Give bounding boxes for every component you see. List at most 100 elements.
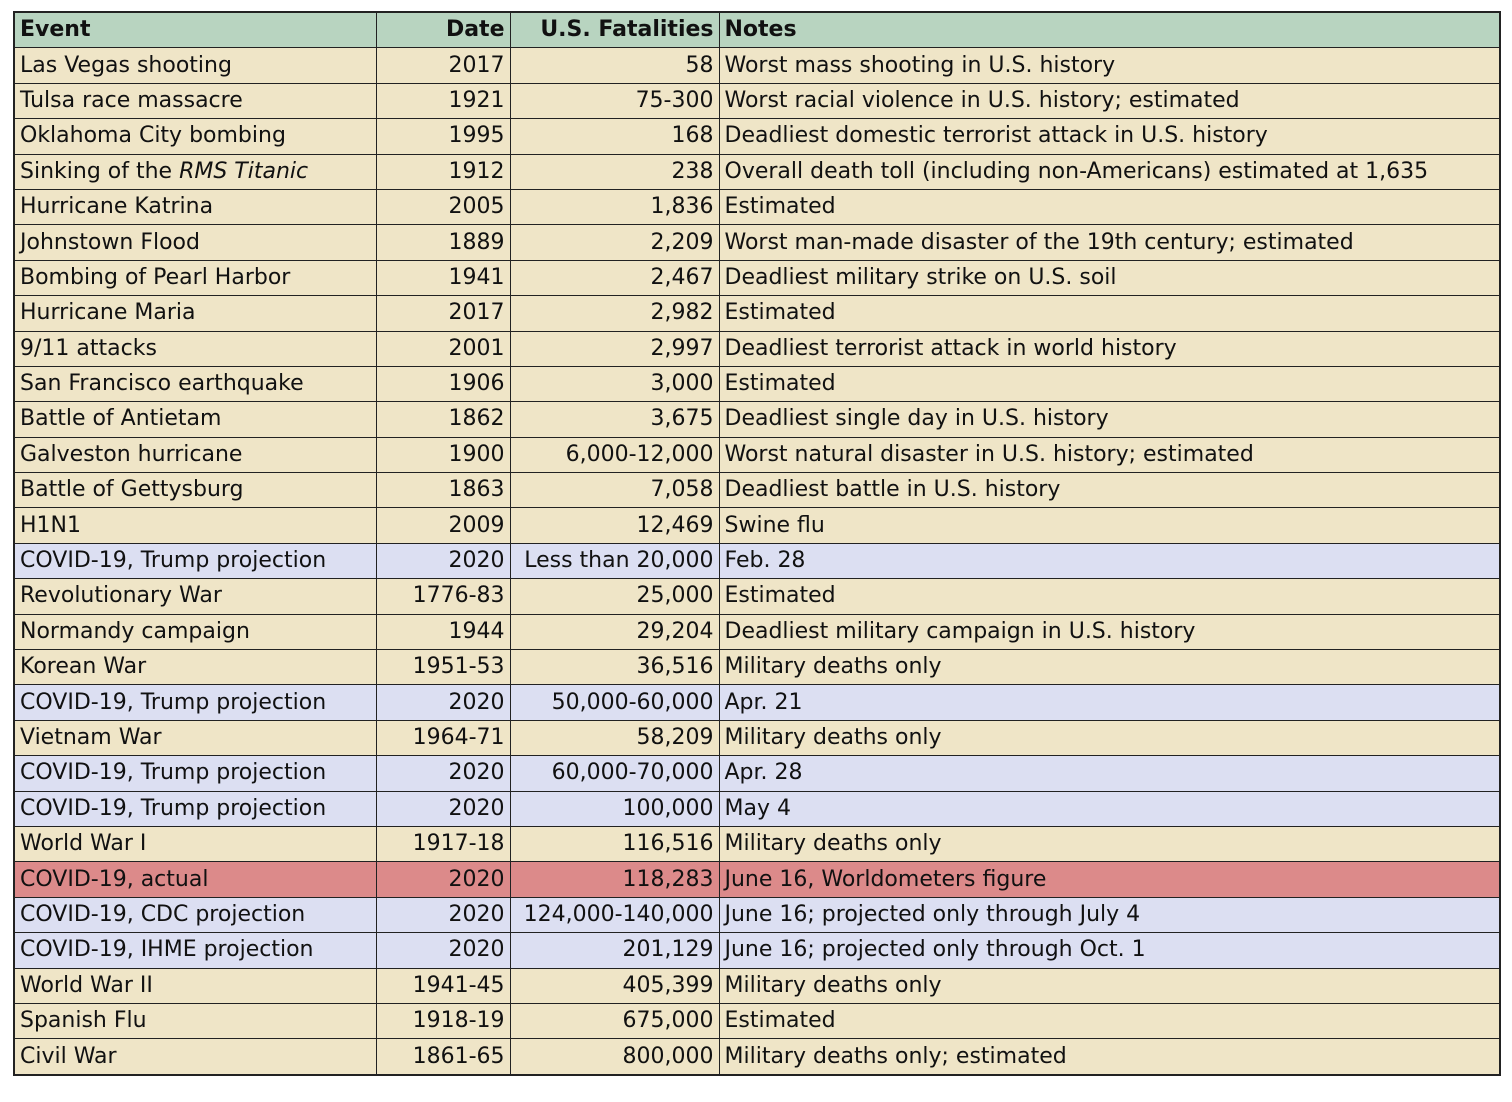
table-row: Hurricane Katrina 2005 1,836 Estimated [13,188,1501,226]
event-cell: San Francisco earthquake [13,365,377,403]
event-cell: Civil War [13,1038,377,1076]
event-cell: World War II [13,967,377,1004]
table-row: COVID-19, Trump projection 2020 Less than … [13,542,1501,580]
event-cell: Vietnam War [13,719,377,757]
event-cell: Galveston hurricane [13,436,377,474]
table-row: COVID-19, IHME projection 2020 201,129 June… [13,932,1501,969]
date-cell: 1918-19 [375,1002,511,1040]
date-cell: 2020 [375,755,511,792]
date-cell: 2017 [375,47,511,84]
table-row: Spanish Flu 1918-19 675,000 Estimated [13,1002,1501,1040]
header-fatalities: U.S. Fatalities [509,11,720,49]
notes-cell: Estimated [718,365,1501,403]
date-cell: 1995 [375,118,511,155]
fatalities-cell: 118,283 [509,861,720,898]
notes-cell: Worst man-made disaster of the 19th cent… [718,224,1501,261]
fatalities-cell: Less than 20,000 [509,542,720,580]
event-cell: Hurricane Maria [13,295,377,332]
table-row: Korean War 1951-53 36,516 Military deaths o… [13,649,1501,686]
event-italic-text: RMS Titanic [179,158,309,184]
notes-cell: Deadliest military strike on U.S. soil [718,259,1501,297]
notes-cell: Deadliest military campaign in U.S. hist… [718,613,1501,651]
event-cell: Las Vegas shooting [13,47,377,84]
notes-cell: Feb. 28 [718,542,1501,580]
fatalities-cell: 3,675 [509,401,720,438]
table-row: H1N1 2009 12,469 Swine flu [13,507,1501,544]
fatalities-cell: 7,058 [509,472,720,509]
event-cell: World War I [13,825,377,863]
table-row: Johnstown Flood 1889 2,209 Worst man-made d… [13,224,1501,261]
event-cell: COVID-19, CDC projection [13,896,377,934]
notes-cell: Apr. 28 [718,755,1501,792]
date-cell: 2020 [375,684,511,721]
table-row: Tulsa race massacre 1921 75-300 Worst racia… [13,82,1501,120]
event-cell: Sinking of the RMS Titanic [13,153,377,190]
date-cell: 2020 [375,932,511,969]
table-row: Battle of Gettysburg 1863 7,058 Deadliest b… [13,472,1501,509]
fatalities-cell: 2,209 [509,224,720,261]
event-cell: COVID-19, Trump projection [13,755,377,792]
notes-cell: Military deaths only [718,967,1501,1004]
table-row: Oklahoma City bombing 1995 168 Deadliest do… [13,118,1501,155]
event-cell: 9/11 attacks [13,330,377,367]
notes-cell: Military deaths only [718,649,1501,686]
event-cell: Battle of Antietam [13,401,377,438]
fatalities-cell: 238 [509,153,720,190]
notes-cell: Military deaths only; estimated [718,1038,1501,1076]
table-row: Galveston hurricane 1900 6,000-12,000 Worst… [13,436,1501,474]
date-cell: 1912 [375,153,511,190]
table-row: Hurricane Maria 2017 2,982 Estimated [13,295,1501,332]
notes-cell: June 16, Worldometers figure [718,861,1501,898]
date-cell: 1941-45 [375,967,511,1004]
date-cell: 1917-18 [375,825,511,863]
fatalities-cell: 124,000-140,000 [509,896,720,934]
fatalities-cell: 2,997 [509,330,720,367]
notes-cell: Overall death toll (including non-Americ… [718,153,1501,190]
date-cell: 1906 [375,365,511,403]
notes-cell: Worst racial violence in U.S. history; e… [718,82,1501,120]
table-row: 9/11 attacks 2001 2,997 Deadliest terrorist… [13,330,1501,367]
table-row: Vietnam War 1964-71 58,209 Military deaths … [13,719,1501,757]
date-cell: 2017 [375,295,511,332]
notes-cell: Deadliest terrorist attack in world hist… [718,330,1501,367]
event-cell: Oklahoma City bombing [13,118,377,155]
fatalities-table: Event Date U.S. Fatalities Notes Las Veg… [13,11,1501,1076]
header-row: Event Date U.S. Fatalities Notes [13,11,1501,49]
date-cell: 1921 [375,82,511,120]
date-cell: 1861-65 [375,1038,511,1076]
fatalities-cell: 2,467 [509,259,720,297]
fatalities-cell: 405,399 [509,967,720,1004]
fatalities-cell: 100,000 [509,790,720,827]
date-cell: 1862 [375,401,511,438]
date-cell: 2020 [375,790,511,827]
date-cell: 1776-83 [375,578,511,615]
table-body: Las Vegas shooting 2017 58 Worst mass shoot… [13,47,1501,1076]
fatalities-cell: 800,000 [509,1038,720,1076]
date-cell: 2005 [375,188,511,226]
table-row: World War I 1917-18 116,516 Military deaths… [13,825,1501,863]
event-cell: Battle of Gettysburg [13,472,377,509]
date-cell: 1863 [375,472,511,509]
event-cell: H1N1 [13,507,377,544]
notes-cell: Worst mass shooting in U.S. history [718,47,1501,84]
table-row: Las Vegas shooting 2017 58 Worst mass shoot… [13,47,1501,84]
notes-cell: Deadliest domestic terrorist attack in U… [718,118,1501,155]
event-cell: Revolutionary War [13,578,377,615]
event-cell: Bombing of Pearl Harbor [13,259,377,297]
event-cell: Tulsa race massacre [13,82,377,120]
notes-cell: Military deaths only [718,719,1501,757]
event-cell: Hurricane Katrina [13,188,377,226]
date-cell: 2009 [375,507,511,544]
event-cell: COVID-19, Trump projection [13,542,377,580]
notes-cell: Worst natural disaster in U.S. history; … [718,436,1501,474]
fatalities-cell: 36,516 [509,649,720,686]
header-date: Date [375,11,511,49]
table-row: Sinking of the RMS Titanic 1912 238 Overall… [13,153,1501,190]
event-cell: Johnstown Flood [13,224,377,261]
date-cell: 1964-71 [375,719,511,757]
notes-cell: Apr. 21 [718,684,1501,721]
date-cell: 2020 [375,896,511,934]
date-cell: 2020 [375,861,511,898]
fatalities-cell: 60,000-70,000 [509,755,720,792]
header-notes: Notes [718,11,1501,49]
